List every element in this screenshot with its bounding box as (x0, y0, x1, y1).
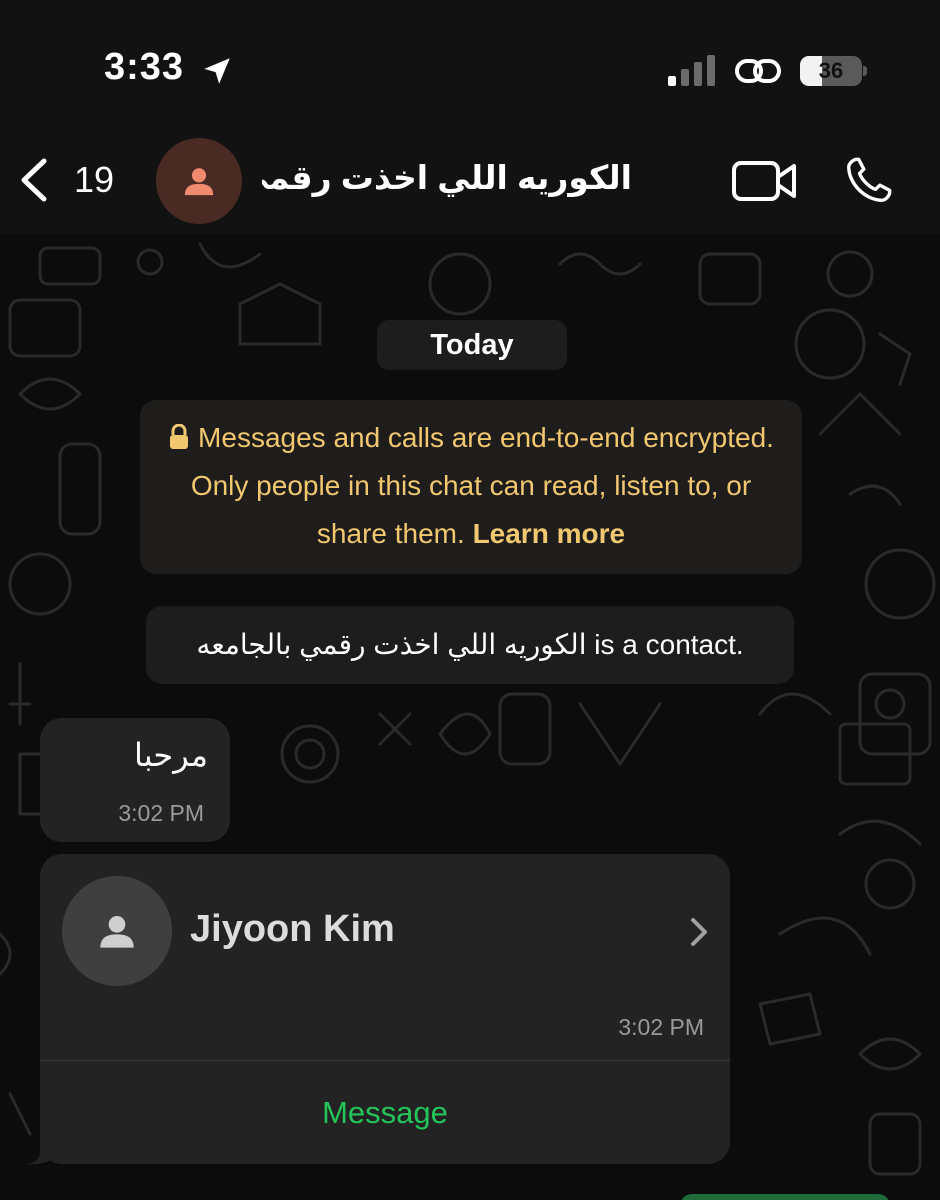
person-icon (100, 916, 134, 948)
learn-more-link[interactable]: Learn more (473, 518, 626, 549)
unread-count: 19 (74, 159, 115, 200)
message-contact-button[interactable]: Message (40, 1061, 730, 1164)
date-separator: Today (377, 320, 567, 370)
phone-icon[interactable] (842, 152, 896, 208)
outgoing-message-bubble (680, 1194, 890, 1200)
contact-avatar[interactable] (156, 138, 242, 224)
chevron-left-icon (21, 158, 47, 202)
personal-hotspot-icon (735, 59, 781, 83)
person-icon (184, 168, 214, 196)
shared-contact-name: Jiyoon Kim (190, 908, 395, 950)
shared-contact-card[interactable]: Jiyoon Kim 3:02 PM Message (40, 854, 730, 1164)
chat-header: 19 الكوريه اللي اخذت رقمي... (0, 130, 940, 234)
message-time: 3:02 PM (618, 1014, 704, 1040)
chevron-right-icon[interactable] (688, 916, 710, 948)
battery-percent: 36 (818, 58, 844, 83)
incoming-message-bubble[interactable]: مرحبا 3:02 PM (40, 718, 230, 842)
shared-contact-avatar (62, 876, 172, 986)
encryption-notice[interactable]: Messages and calls are end-to-end encryp… (140, 400, 802, 574)
location-arrow-icon (204, 58, 230, 84)
chat-area[interactable]: Today Messages and calls are end-to-end … (0, 234, 940, 1200)
status-bar: 3:33 36 (0, 0, 940, 130)
contact-notice: الكوريه اللي اخذت رقمي بالجامعه is a con… (146, 606, 794, 684)
back-button[interactable]: 19 (16, 150, 126, 210)
message-time: 3:02 PM (118, 800, 204, 826)
message-text: مرحبا (134, 737, 208, 773)
status-time: 3:33 (104, 46, 185, 88)
contact-name[interactable]: الكوريه اللي اخذت رقمي... (262, 158, 632, 197)
battery-indicator: 36 (800, 56, 868, 88)
cellular-signal-icon (668, 55, 715, 86)
lock-icon (170, 424, 189, 449)
video-camera-icon[interactable] (730, 156, 800, 206)
